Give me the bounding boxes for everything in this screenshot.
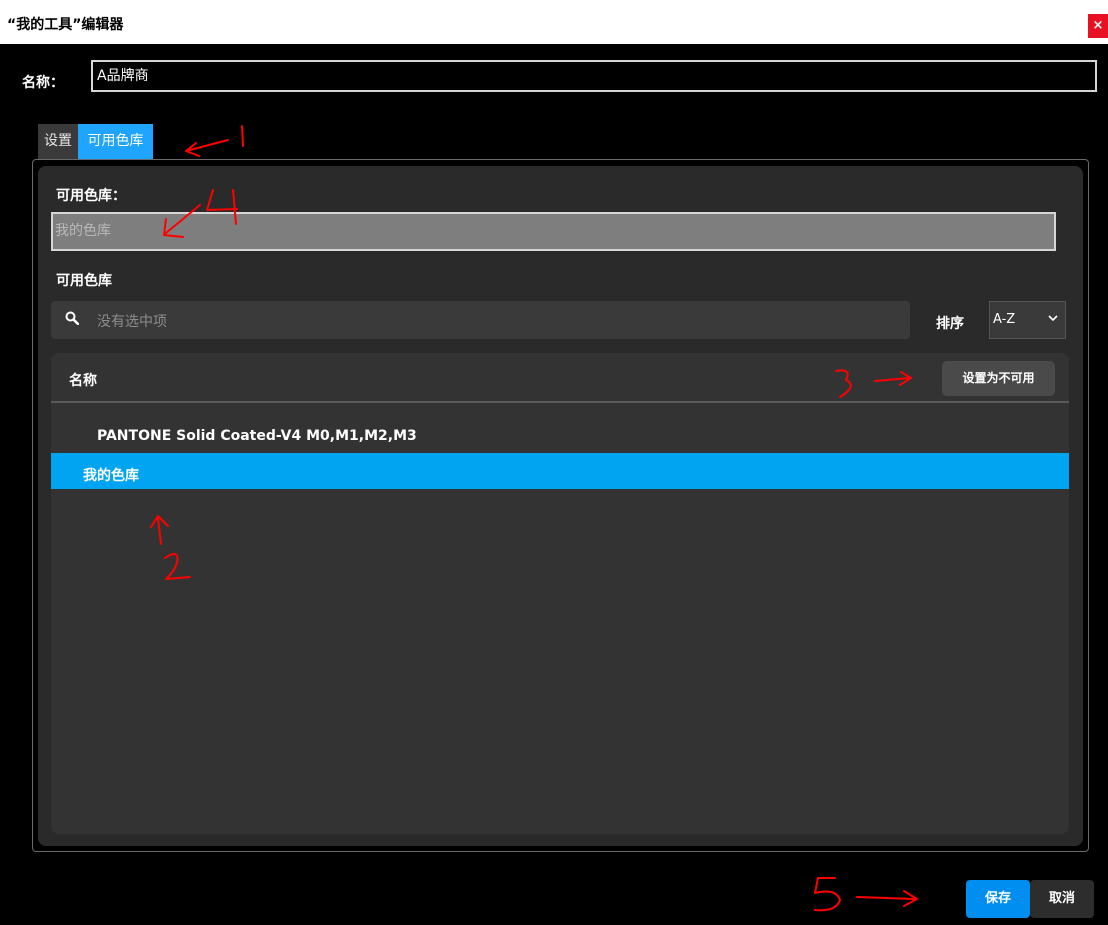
- cancel-button[interactable]: 取消: [1030, 880, 1094, 918]
- search-input[interactable]: 没有选中项: [97, 311, 167, 331]
- sort-value: A-Z: [993, 312, 1016, 327]
- chevron-down-icon: [1048, 315, 1058, 322]
- search-box[interactable]: [51, 301, 910, 339]
- set-unavailable-button[interactable]: 设置为不可用: [942, 361, 1055, 396]
- library-name-input[interactable]: 我的色库: [51, 212, 1056, 251]
- annotation-arrow-1: [185, 125, 244, 157]
- title-bar: [0, 0, 1108, 44]
- list-header-divider: [51, 401, 1069, 403]
- list-item-label: PANTONE Solid Coated-V4 M0,M1,M2,M3: [97, 428, 417, 444]
- list-item-label: 我的色库: [83, 468, 139, 484]
- annotation-arrow-5: [814, 877, 918, 912]
- list-column-header: 名称: [69, 373, 97, 389]
- name-input[interactable]: A品牌商: [91, 60, 1097, 92]
- library-section-title: 可用色库: [56, 273, 112, 289]
- save-button[interactable]: 保存: [966, 880, 1030, 918]
- library-label: 可用色库：: [56, 188, 126, 204]
- window-title: “我的工具”编辑器: [7, 17, 124, 33]
- close-button[interactable]: ×: [1088, 14, 1108, 38]
- sort-label: 排序: [936, 316, 964, 332]
- tab-settings[interactable]: 设置: [38, 124, 78, 159]
- list-item-selected[interactable]: [51, 453, 1069, 489]
- tab-available-libraries[interactable]: 可用色库: [78, 124, 153, 159]
- name-label: 名称：: [22, 75, 64, 91]
- search-icon: [65, 311, 79, 325]
